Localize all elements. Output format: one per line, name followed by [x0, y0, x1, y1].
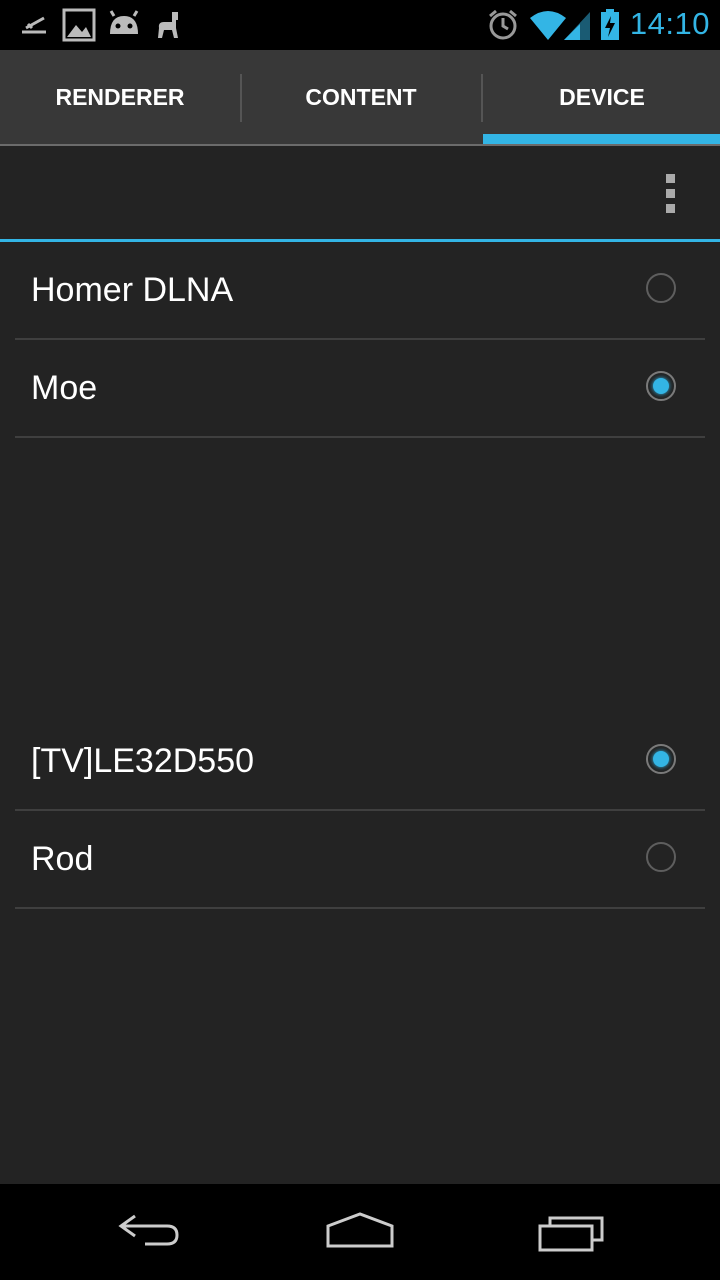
device-item-rod[interactable]: Rod	[15, 811, 705, 909]
overflow-menu-icon	[666, 174, 675, 183]
overflow-menu-icon-dot	[666, 189, 675, 198]
radio-button-checked[interactable]	[646, 371, 676, 401]
recents-icon[interactable]	[536, 1206, 608, 1256]
radio-button-checked[interactable]	[646, 744, 676, 774]
overflow-menu-icon-dot	[666, 204, 675, 213]
alarm-icon	[489, 9, 517, 40]
radio-button[interactable]	[646, 273, 676, 303]
device-item-moe[interactable]: Moe	[15, 340, 705, 438]
tab-device[interactable]: DEVICE	[482, 50, 720, 144]
usb-debug-icon	[22, 16, 46, 34]
device-list-group: Homer DLNA Moe	[15, 242, 705, 438]
device-list-group: [TV]LE32D550 Rod	[15, 713, 705, 909]
device-label: Moe	[31, 369, 98, 407]
device-label: [TV]LE32D550	[31, 742, 255, 780]
overflow-menu-button[interactable]	[650, 170, 690, 220]
navigation-bar	[0, 1184, 720, 1280]
image-icon	[62, 8, 96, 42]
radio-dot	[653, 751, 669, 767]
action-bar	[0, 146, 720, 242]
signal-icon	[564, 12, 590, 40]
status-clock: 14:10	[629, 6, 710, 41]
radio-dot	[653, 378, 669, 394]
tab-bar: RENDERER CONTENT DEVICE	[0, 50, 720, 146]
status-bar: 14:10	[0, 0, 720, 50]
selected-tab-indicator	[483, 134, 720, 144]
battery-charging-icon	[601, 9, 619, 40]
device-label: Rod	[31, 840, 94, 878]
llama-icon	[158, 12, 178, 38]
home-icon[interactable]	[324, 1206, 396, 1256]
device-label: Homer DLNA	[31, 271, 234, 309]
tab-content[interactable]: CONTENT	[241, 50, 481, 144]
device-item-homer-dlna[interactable]: Homer DLNA	[15, 242, 705, 340]
android-icon	[109, 10, 139, 34]
device-item-tv-le32d550[interactable]: [TV]LE32D550	[15, 713, 705, 811]
radio-button[interactable]	[646, 842, 676, 872]
back-icon[interactable]	[115, 1206, 185, 1256]
tab-renderer[interactable]: RENDERER	[0, 50, 240, 144]
